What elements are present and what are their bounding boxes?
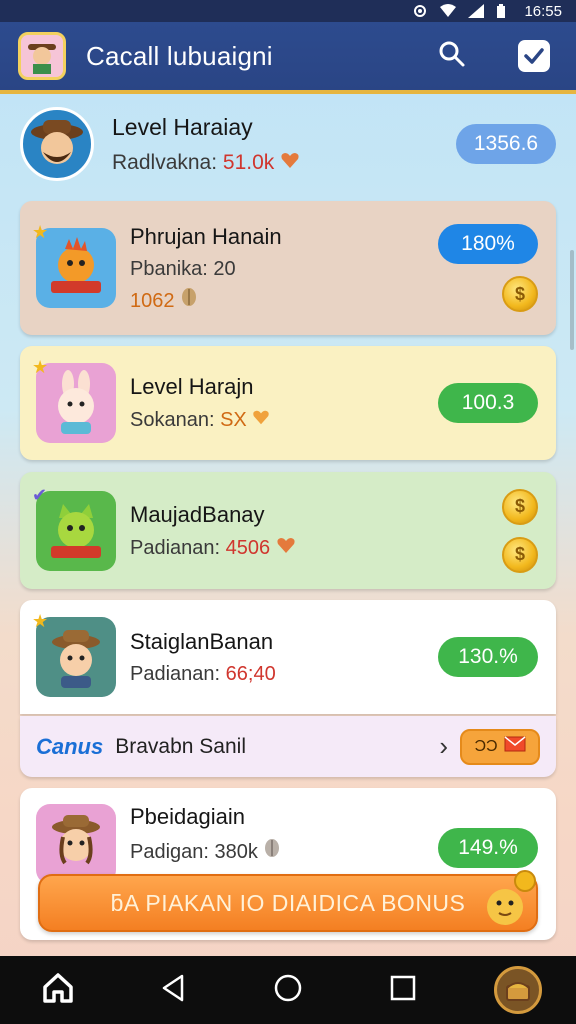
circle-icon [273,973,303,1008]
score-pill[interactable]: 1356.6 [456,124,556,164]
card-stat: Padianan: 4506 [130,536,502,560]
card-text: MaujadBanay Padianan: 4506 [130,502,502,560]
card-text: Phrujan Hanain Pbanika: 20 1062 [130,224,438,313]
stat-label: Padianan: [130,536,221,559]
stat-label: Sokanan: [130,409,215,431]
promo-label: Bravabn Sanil [115,734,246,758]
top-player-row[interactable]: Level Haraiay Radlvakna: 51.0k 1356.6 [20,100,556,188]
home-circle-button[interactable] [258,960,318,1020]
stat-value: 20 [213,257,236,280]
stat-value: 380k [214,841,258,863]
app-header: Cacall lubuaigni [0,22,576,94]
heart-icon [252,409,270,431]
player-stat: Radlvakna: 51.0k [112,151,456,175]
promo-row[interactable]: Canus Bravabn Sanil › ƆƆ [20,716,556,777]
list-item[interactable]: ★ Phrujan Hanain Pbanika: 20 1062 180% $ [20,201,556,335]
stat-value: 51.0k [222,150,275,174]
player-name: Level Haraiay [112,113,253,140]
card-stat: Sokanan: SX [130,408,438,432]
stat-label: Padigan: [130,841,209,863]
app-logo[interactable] [18,32,66,80]
card-stat: Padianan: 66;40 [130,663,438,686]
treasure-icon [494,966,543,1014]
card-text: Pbeidagiain Padigan: 380k [130,804,438,864]
chevron-right-icon[interactable]: › [439,731,448,762]
coin-icon[interactable]: $ [502,536,538,573]
wifi-icon [440,4,457,18]
percent-pill[interactable]: 149.% [438,828,538,868]
extra-value: 1062 [130,289,175,312]
mascot-icon [478,868,540,930]
card-actions: 149.% [438,828,538,868]
game-thumbnail: ✔ [32,485,116,571]
game-thumbnail: ★ [32,611,116,697]
battery-icon [496,4,512,18]
top-player-text: Level Haraiay Radlvakna: 51.0k [112,114,456,175]
profile-button[interactable] [488,960,548,1020]
home-icon [41,971,75,1010]
card-stat: Pbanika: 20 [130,258,438,281]
star-icon: ★ [32,357,49,377]
game-thumbnail [36,804,116,884]
card-text: StaiglanBanan Padianan: 66;40 [130,629,438,686]
envelope-icon [504,736,526,757]
back-icon [160,974,186,1007]
card-extra: 1062 [130,287,438,313]
scrollbar[interactable] [570,250,574,350]
stat-value: 66;40 [225,662,276,685]
seed-icon [263,839,281,863]
card-actions: $ $ [502,488,538,573]
home-button[interactable] [28,960,88,1020]
chip-label: ƆƆ [474,737,498,755]
stat-value: 4506 [225,536,271,559]
card-title: Level Harajn [130,374,254,399]
list-item[interactable]: ★ StaiglanBanan Padianan: 66;40 130.% [20,600,556,714]
stat-label: Radlvakna: [112,150,218,174]
game-thumbnail: ★ [32,357,116,443]
star-icon: ★ [32,611,49,631]
percent-pill[interactable]: 130.% [438,637,538,677]
card-title: MaujadBanay [130,501,265,527]
bottom-nav [0,956,576,1024]
bonus-button[interactable]: ƃA PIAKAN IO DIAIDICA BONUS [38,874,538,932]
back-button[interactable] [143,960,203,1020]
stat-label: Pbanika: [130,257,208,280]
app-title: Cacall lubuaigni [86,40,273,71]
percent-pill[interactable]: 100.3 [438,383,538,423]
card-stat: Padigan: 380k [130,838,438,864]
player-avatar [20,107,94,181]
check-button[interactable] [514,36,554,76]
status-bar: 16:55 [0,0,576,22]
check-icon [518,40,550,72]
card-text: Level Harajn Sokanan: SX [130,374,438,432]
card-actions: 180% $ [438,224,538,312]
promo-chip[interactable]: ƆƆ [460,728,540,765]
coin-icon[interactable]: $ [502,488,538,525]
recent-apps-button[interactable] [373,960,433,1020]
seed-icon [180,287,198,312]
signal-icon [468,4,485,18]
coin-icon[interactable]: $ [502,276,538,312]
card-title: StaiglanBanan [130,628,274,654]
stat-value: SX [220,409,247,431]
settings-status-icon [412,4,428,18]
heart-icon [280,151,300,174]
promo-brand: Canus [36,733,104,759]
heart-icon [276,537,296,559]
list-item[interactable]: ★ Level Harajn Sokanan: SX 100.3 [20,346,556,460]
status-time: 16:55 [524,2,562,20]
card-title: Pbeidagiain [130,804,245,829]
search-icon [438,40,466,73]
card-title: Phrujan Hanain [130,223,282,249]
stat-label: Padianan: [130,662,221,685]
search-button[interactable] [432,36,472,76]
list-item[interactable]: ✔ MaujadBanay Padianan: 4506 $ $ [20,472,556,589]
check-badge-icon: ✔ [32,484,48,505]
star-icon: ★ [32,222,49,242]
recent-apps-icon [390,975,416,1006]
percent-pill[interactable]: 180% [438,224,538,264]
game-thumbnail: ★ [32,222,116,308]
